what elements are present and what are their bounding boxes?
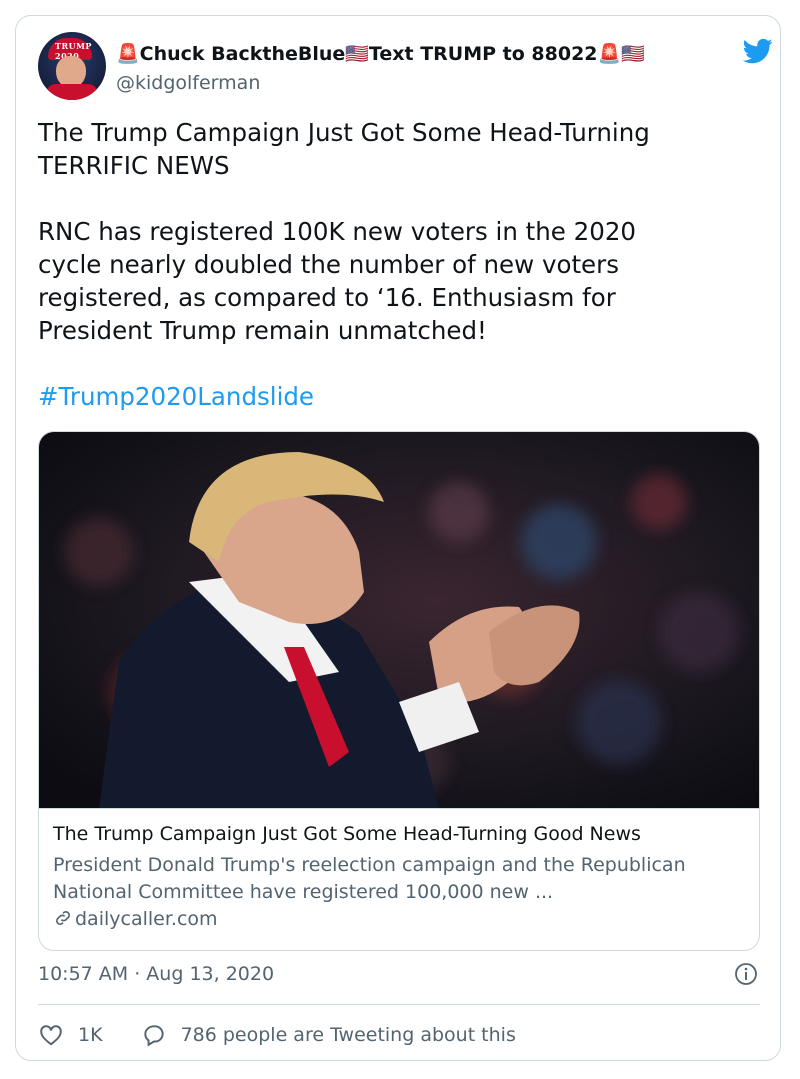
reply-text: 786 people are Tweeting about this	[180, 1024, 516, 1046]
twitter-bird-icon[interactable]	[740, 36, 776, 66]
hashtag-link[interactable]: #Trump2020Landslide	[38, 380, 314, 413]
article-photo[interactable]	[39, 432, 759, 809]
action-bar: 1K 786 people are Tweeting about this	[38, 1020, 516, 1050]
reply-button[interactable]: 786 people are Tweeting about this	[141, 1022, 516, 1048]
tweet-timestamp[interactable]: 10:57 AM · Aug 13, 2020	[38, 963, 274, 985]
link-card-title[interactable]: The Trump Campaign Just Got Some Head-Tu…	[53, 823, 641, 845]
display-name[interactable]: 🚨Chuck BacktheBlue🇺🇸Text TRUMP to 88022🚨…	[116, 42, 645, 65]
comment-icon	[143, 1025, 164, 1047]
avatar-shirt	[46, 84, 98, 100]
like-button[interactable]: 1K	[38, 1022, 103, 1048]
like-count: 1K	[78, 1024, 103, 1046]
link-preview-card[interactable]: The Trump Campaign Just Got Some Head-Tu…	[38, 431, 760, 951]
divider	[38, 1004, 760, 1005]
link-icon	[56, 911, 70, 925]
info-icon[interactable]	[734, 962, 758, 986]
heart-icon	[40, 1025, 62, 1046]
link-card-description: President Donald Trump's reelection camp…	[53, 854, 686, 903]
user-handle[interactable]: @kidgolferman	[116, 72, 260, 94]
avatar[interactable]: TRUMP 2020	[38, 32, 106, 100]
link-card-domain-text: dailycaller.com	[75, 908, 218, 930]
tweet-card: TRUMP 2020 🚨Chuck BacktheBlue🇺🇸Text TRUM…	[15, 15, 781, 1061]
tweet-text: The Trump Campaign Just Got Some Head-Tu…	[38, 118, 650, 345]
link-card-domain[interactable]: dailycaller.com	[53, 908, 218, 930]
